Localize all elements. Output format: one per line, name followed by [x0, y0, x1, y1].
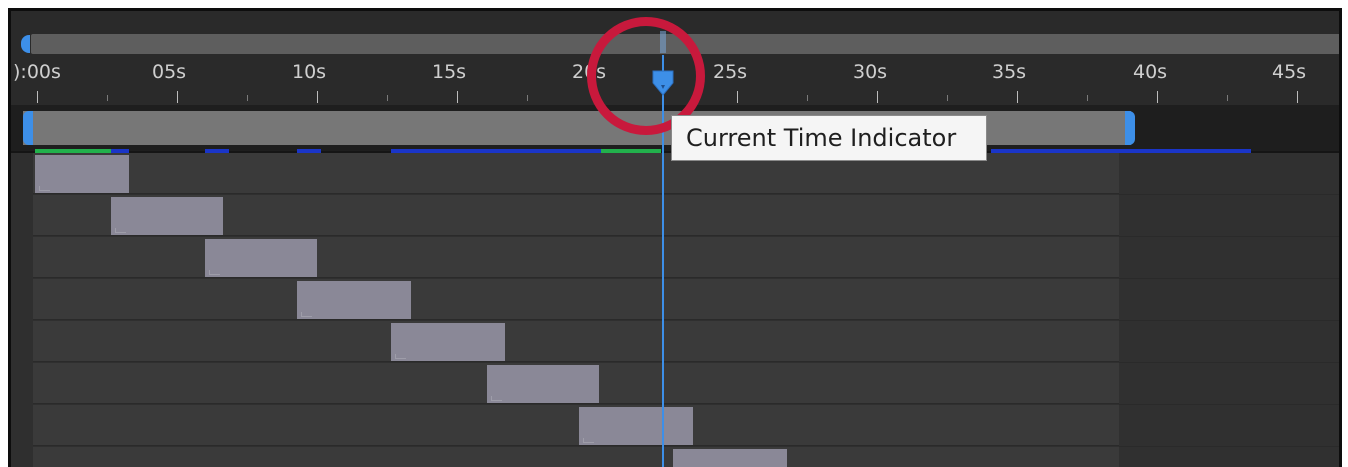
- clip-marker-icon: [301, 312, 312, 317]
- layer-clip[interactable]: [205, 239, 317, 277]
- ruler-minor-tick: [107, 95, 108, 101]
- clip-marker-icon: [491, 396, 502, 401]
- row-divider: [1119, 194, 1339, 195]
- layer-clip[interactable]: [487, 365, 599, 403]
- ruler-minor-tick: [1087, 95, 1088, 101]
- clip-marker-icon: [39, 186, 50, 191]
- ruler-major-tick: [1017, 91, 1018, 103]
- clip-marker-icon: [395, 354, 406, 359]
- work-area-start-handle[interactable]: [23, 111, 33, 145]
- ruler-label-40s: 40s: [1133, 61, 1168, 83]
- ruler-major-tick: [1297, 91, 1298, 103]
- time-navigator-start-handle[interactable]: [21, 35, 30, 53]
- current-time-indicator-tooltip: Current Time Indicator: [671, 115, 987, 161]
- ruler-minor-tick: [807, 95, 808, 101]
- row-divider: [1119, 362, 1339, 363]
- row-divider: [1119, 236, 1339, 237]
- ruler-major-tick: [177, 91, 178, 103]
- ruler-minor-tick: [1227, 95, 1228, 101]
- row-divider: [1119, 320, 1339, 321]
- ruler-minor-tick: [947, 95, 948, 101]
- layer-track[interactable]: [33, 447, 1133, 467]
- ruler-major-tick: [737, 91, 738, 103]
- clip-marker-icon: [209, 270, 220, 275]
- ruler-minor-tick: [247, 95, 248, 101]
- ruler-major-tick: [37, 91, 38, 103]
- ruler-label-45s: 45s: [1272, 61, 1307, 83]
- ruler-label-5s: 05s: [152, 61, 187, 83]
- layer-track[interactable]: [33, 237, 1133, 278]
- ruler-major-tick: [1157, 91, 1158, 103]
- clip-marker-icon: [583, 438, 594, 443]
- layer-clip[interactable]: [579, 407, 693, 445]
- layer-track[interactable]: [33, 279, 1133, 320]
- row-divider: [1119, 404, 1339, 405]
- ruler-minor-tick: [527, 95, 528, 101]
- ruler-label-30s: 30s: [853, 61, 888, 83]
- layer-clip[interactable]: [673, 449, 787, 467]
- ruler-major-tick: [317, 91, 318, 103]
- ruler-minor-tick: [387, 95, 388, 101]
- layer-clip[interactable]: [111, 197, 223, 235]
- work-area-end-handle[interactable]: [1125, 111, 1135, 145]
- clip-marker-icon: [115, 228, 126, 233]
- timeline-panel: ):00s 05s 10s 15s 20s 25s 30s 35s 40s 45…: [8, 8, 1342, 467]
- layer-clip[interactable]: [297, 281, 411, 319]
- ruler-label-10s: 10s: [292, 61, 327, 83]
- ruler-label-0s: ):00s: [13, 61, 61, 83]
- ruler-label-15s: 15s: [432, 61, 467, 83]
- ruler-label-35s: 35s: [992, 61, 1027, 83]
- layer-clip[interactable]: [35, 155, 129, 193]
- layer-track[interactable]: [33, 321, 1133, 362]
- ruler-major-tick: [457, 91, 458, 103]
- beyond-work-area: [1119, 153, 1339, 467]
- row-divider: [1119, 446, 1339, 447]
- ruler-major-tick: [877, 91, 878, 103]
- ruler-label-25s: 25s: [713, 61, 748, 83]
- row-divider: [1119, 278, 1339, 279]
- layer-clip[interactable]: [391, 323, 505, 361]
